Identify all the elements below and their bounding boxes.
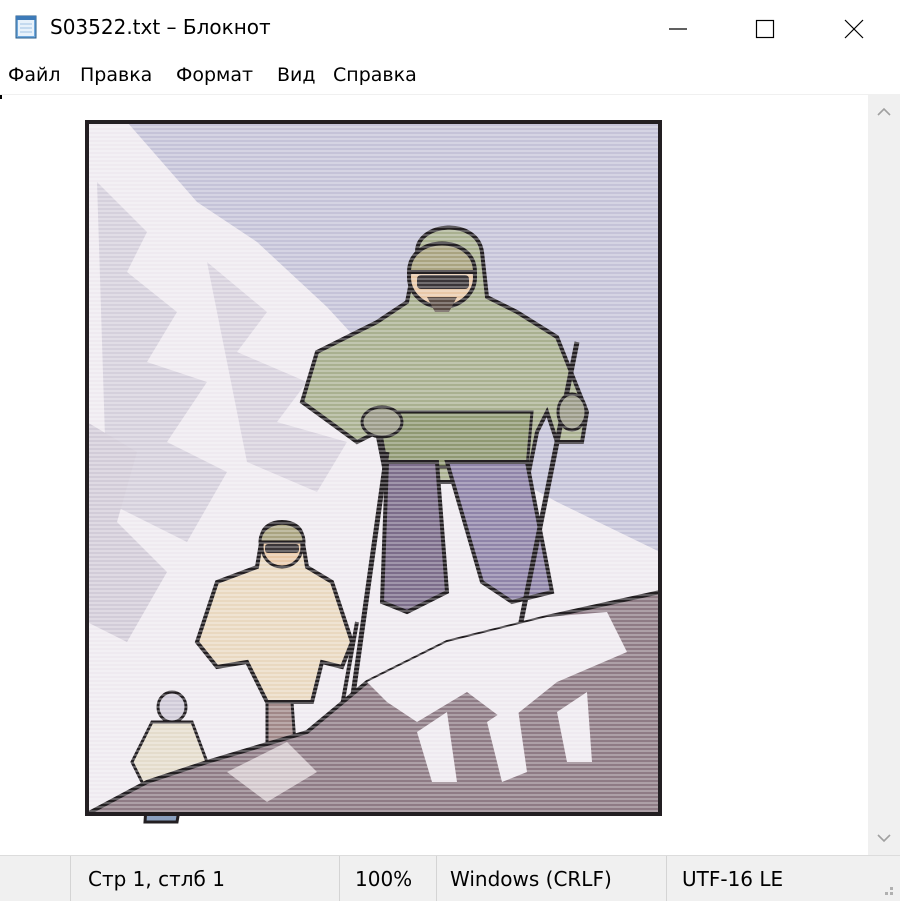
menu-format[interactable]: Формат (176, 64, 253, 86)
status-divider (70, 856, 71, 901)
menu-view[interactable]: Вид (277, 64, 316, 86)
ascii-art-picture (85, 120, 662, 824)
zoom-level: 100% (355, 866, 413, 891)
menu-help[interactable]: Справка (333, 64, 417, 86)
scroll-down-button[interactable] (868, 821, 900, 855)
menu-edit[interactable]: Правка (80, 64, 152, 86)
vertical-scrollbar[interactable] (868, 95, 900, 855)
maximize-button[interactable] (719, 0, 811, 58)
window-title: S03522.txt – Блокнот (50, 15, 271, 39)
text-caret (0, 95, 2, 99)
notepad-icon (15, 15, 37, 39)
line-endings: Windows (CRLF) (450, 866, 612, 891)
menu-file[interactable]: Файл (8, 64, 61, 86)
scroll-up-button[interactable] (868, 95, 900, 129)
close-button[interactable] (808, 0, 900, 58)
minimize-icon (669, 28, 687, 30)
chevron-up-icon (877, 107, 891, 116)
close-icon (844, 19, 864, 39)
resize-grip-icon[interactable] (878, 880, 896, 898)
status-bar: Стр 1, стлб 1 100% Windows (CRLF) UTF-16… (0, 855, 900, 901)
chevron-down-icon (877, 834, 891, 843)
minimize-button[interactable] (632, 0, 724, 58)
encoding: UTF-16 LE (682, 866, 784, 891)
status-divider (436, 856, 437, 901)
title-bar: S03522.txt – Блокнот (0, 0, 900, 58)
status-divider (666, 856, 667, 901)
maximize-icon (755, 19, 775, 39)
menu-bar: Файл Правка Формат Вид Справка (0, 60, 900, 95)
status-divider (339, 856, 340, 901)
cursor-position: Стр 1, стлб 1 (88, 866, 225, 891)
text-editor[interactable] (0, 95, 868, 855)
